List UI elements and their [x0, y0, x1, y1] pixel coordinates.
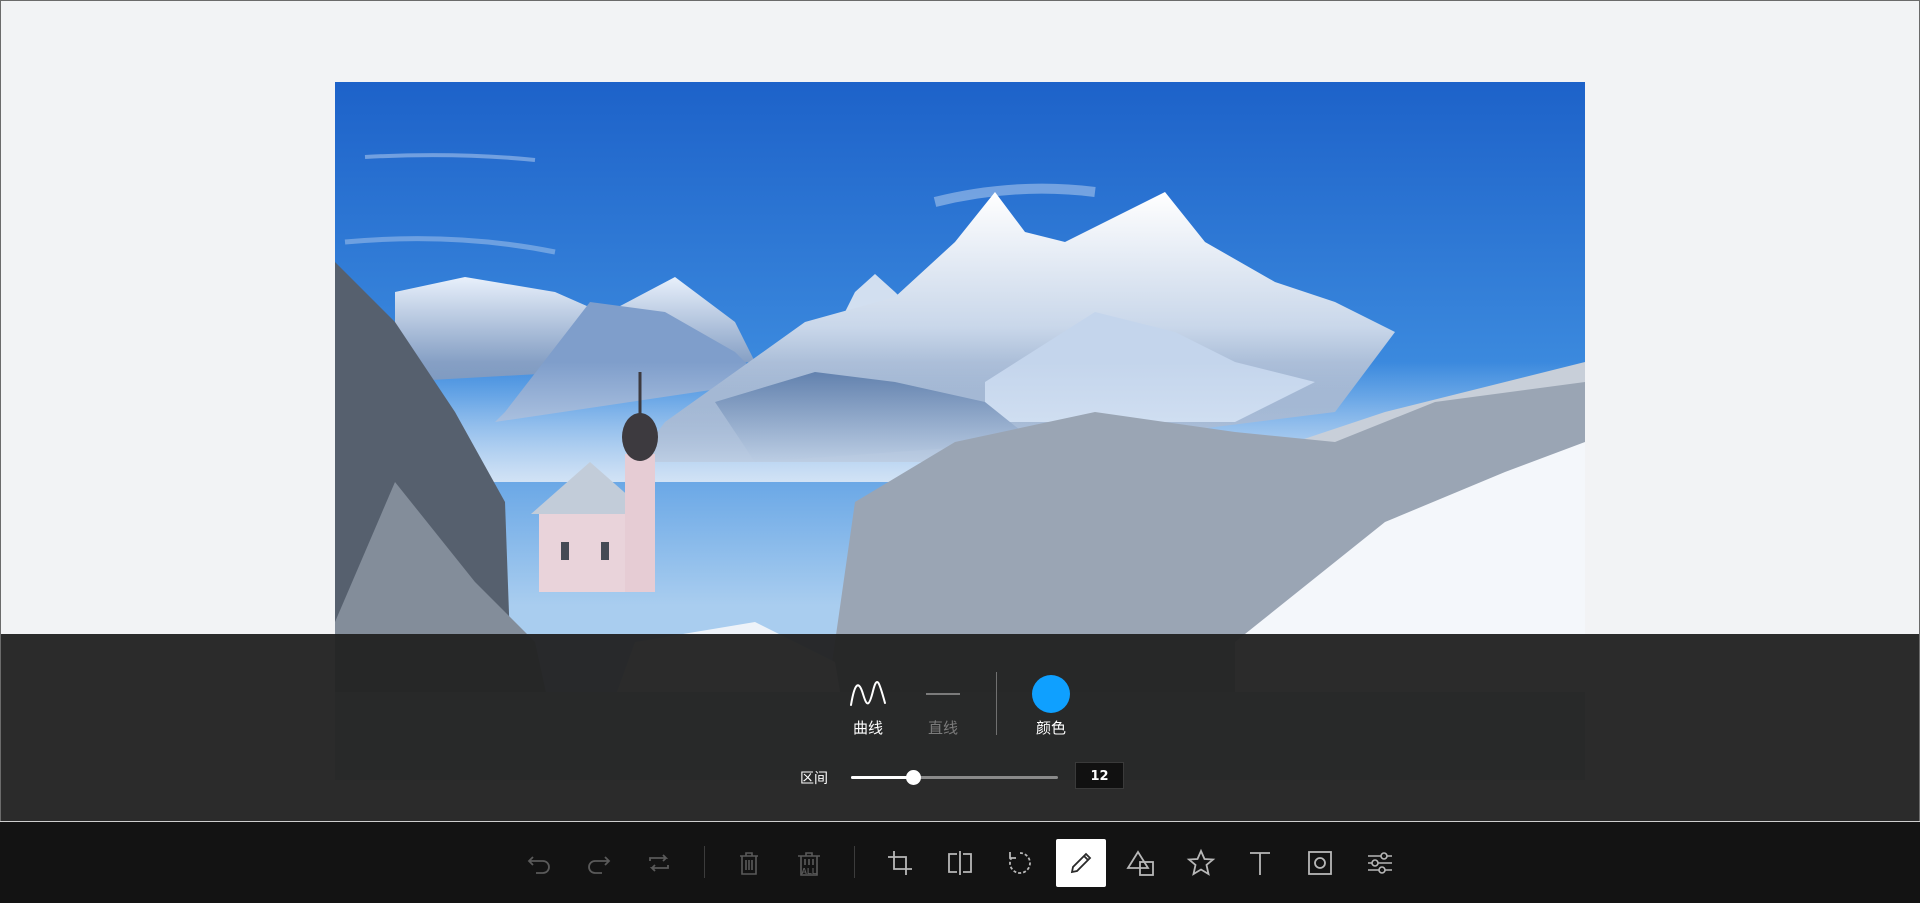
- reset-button[interactable]: [634, 839, 684, 887]
- shape-button[interactable]: [1116, 839, 1166, 887]
- toolbar-separator: [854, 846, 855, 878]
- draw-icon: [1070, 852, 1092, 874]
- shape-icon: [1126, 850, 1154, 876]
- range-slider-fill: [851, 776, 914, 779]
- redo-button[interactable]: [574, 839, 624, 887]
- filter-button[interactable]: [1355, 839, 1405, 887]
- draw-button[interactable]: [1056, 839, 1106, 887]
- icon-tool-icon: [1186, 848, 1216, 876]
- straight-line-icon: [926, 693, 960, 695]
- range-slider-handle[interactable]: [906, 770, 922, 785]
- delete-all-button[interactable]: ALL: [784, 839, 834, 887]
- crop-button[interactable]: [875, 839, 925, 887]
- text-icon: [1250, 852, 1270, 875]
- flip-icon: [948, 851, 972, 875]
- text-button[interactable]: [1235, 839, 1285, 887]
- brush-type-straight-label: 直线: [927, 719, 958, 737]
- undo-button[interactable]: [514, 839, 564, 887]
- icon-tool-button[interactable]: [1176, 839, 1226, 887]
- draw-options-panel: 曲线 直线 颜色 区间 12: [0, 634, 1920, 821]
- panel-divider: [996, 672, 997, 735]
- reset-icon: [649, 854, 669, 872]
- rotate-icon: [1009, 852, 1031, 874]
- range-slider[interactable]: [851, 770, 1058, 785]
- flip-button[interactable]: [935, 839, 985, 887]
- color-label: 颜色: [1035, 719, 1066, 737]
- brush-type-curve-label: 曲线: [852, 719, 883, 737]
- delete-all-icon: ALL: [798, 852, 820, 876]
- brush-type-straight[interactable]: 直线: [913, 674, 973, 738]
- delete-icon: [740, 852, 758, 875]
- toolbar-separator: [704, 846, 705, 878]
- undo-icon: [527, 856, 550, 874]
- brush-type-curve[interactable]: 曲线: [838, 674, 898, 738]
- mask-icon: [1308, 851, 1332, 875]
- crop-icon: [888, 851, 912, 875]
- delete-button[interactable]: [724, 839, 774, 887]
- delete-all-text: ALL: [801, 867, 817, 876]
- filter-icon: [1368, 852, 1392, 874]
- bottom-toolbar: ALL: [0, 822, 1920, 903]
- range-value-input[interactable]: 12: [1075, 762, 1124, 789]
- range-label: 区间: [800, 771, 828, 787]
- color-swatch[interactable]: [1032, 675, 1070, 713]
- redo-icon: [588, 856, 611, 874]
- mask-button[interactable]: [1295, 839, 1345, 887]
- color-picker[interactable]: 颜色: [1021, 674, 1081, 738]
- curve-icon: [850, 680, 886, 706]
- rotate-button[interactable]: [995, 839, 1045, 887]
